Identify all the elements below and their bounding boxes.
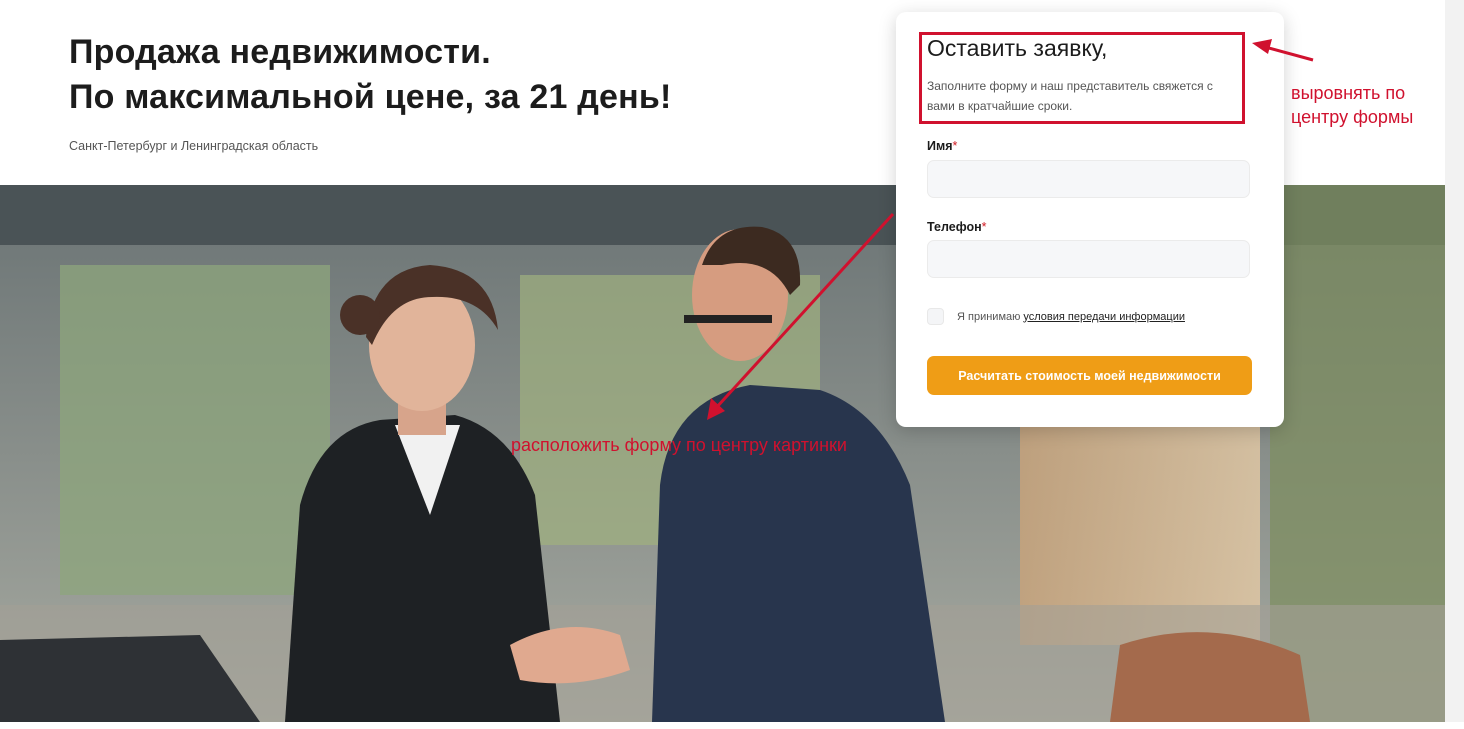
annotation-align-note: выровнять по центру формы (1291, 83, 1414, 127)
phone-label: Телефон* (927, 220, 987, 234)
phone-input[interactable] (927, 240, 1250, 278)
name-label-text: Имя (927, 139, 953, 153)
hero-text: Продажа недвижимости. По максимальной це… (69, 30, 671, 120)
consent-row: Я принимаю условия передачи информации (927, 308, 1185, 325)
annotation-center-note: расположить форму по центру картинки (511, 435, 847, 455)
consent-checkbox[interactable] (927, 308, 944, 325)
annotation-highlight-box (919, 32, 1245, 124)
consent-terms-link[interactable]: условия передачи информации (1023, 311, 1185, 323)
headline-line-1: Продажа недвижимости. (69, 33, 491, 71)
consent-text: Я принимаю (957, 310, 1021, 323)
name-input[interactable] (927, 160, 1250, 198)
page-title: Продажа недвижимости. По максимальной це… (69, 30, 671, 120)
required-mark: * (952, 139, 958, 153)
headline-line-2: По максимальной цене, за 21 день! (69, 78, 672, 116)
page-gutter (1445, 0, 1464, 729)
region-subtitle: Санкт-Петербург и Ленинградская область (69, 139, 319, 153)
name-label: Имя* (927, 139, 957, 153)
phone-label-text: Телефон (927, 220, 982, 234)
calculate-price-button[interactable]: Расчитать стоимость моей недвижимости (927, 356, 1252, 395)
required-mark: * (981, 220, 987, 234)
bottom-strip (0, 722, 1464, 729)
